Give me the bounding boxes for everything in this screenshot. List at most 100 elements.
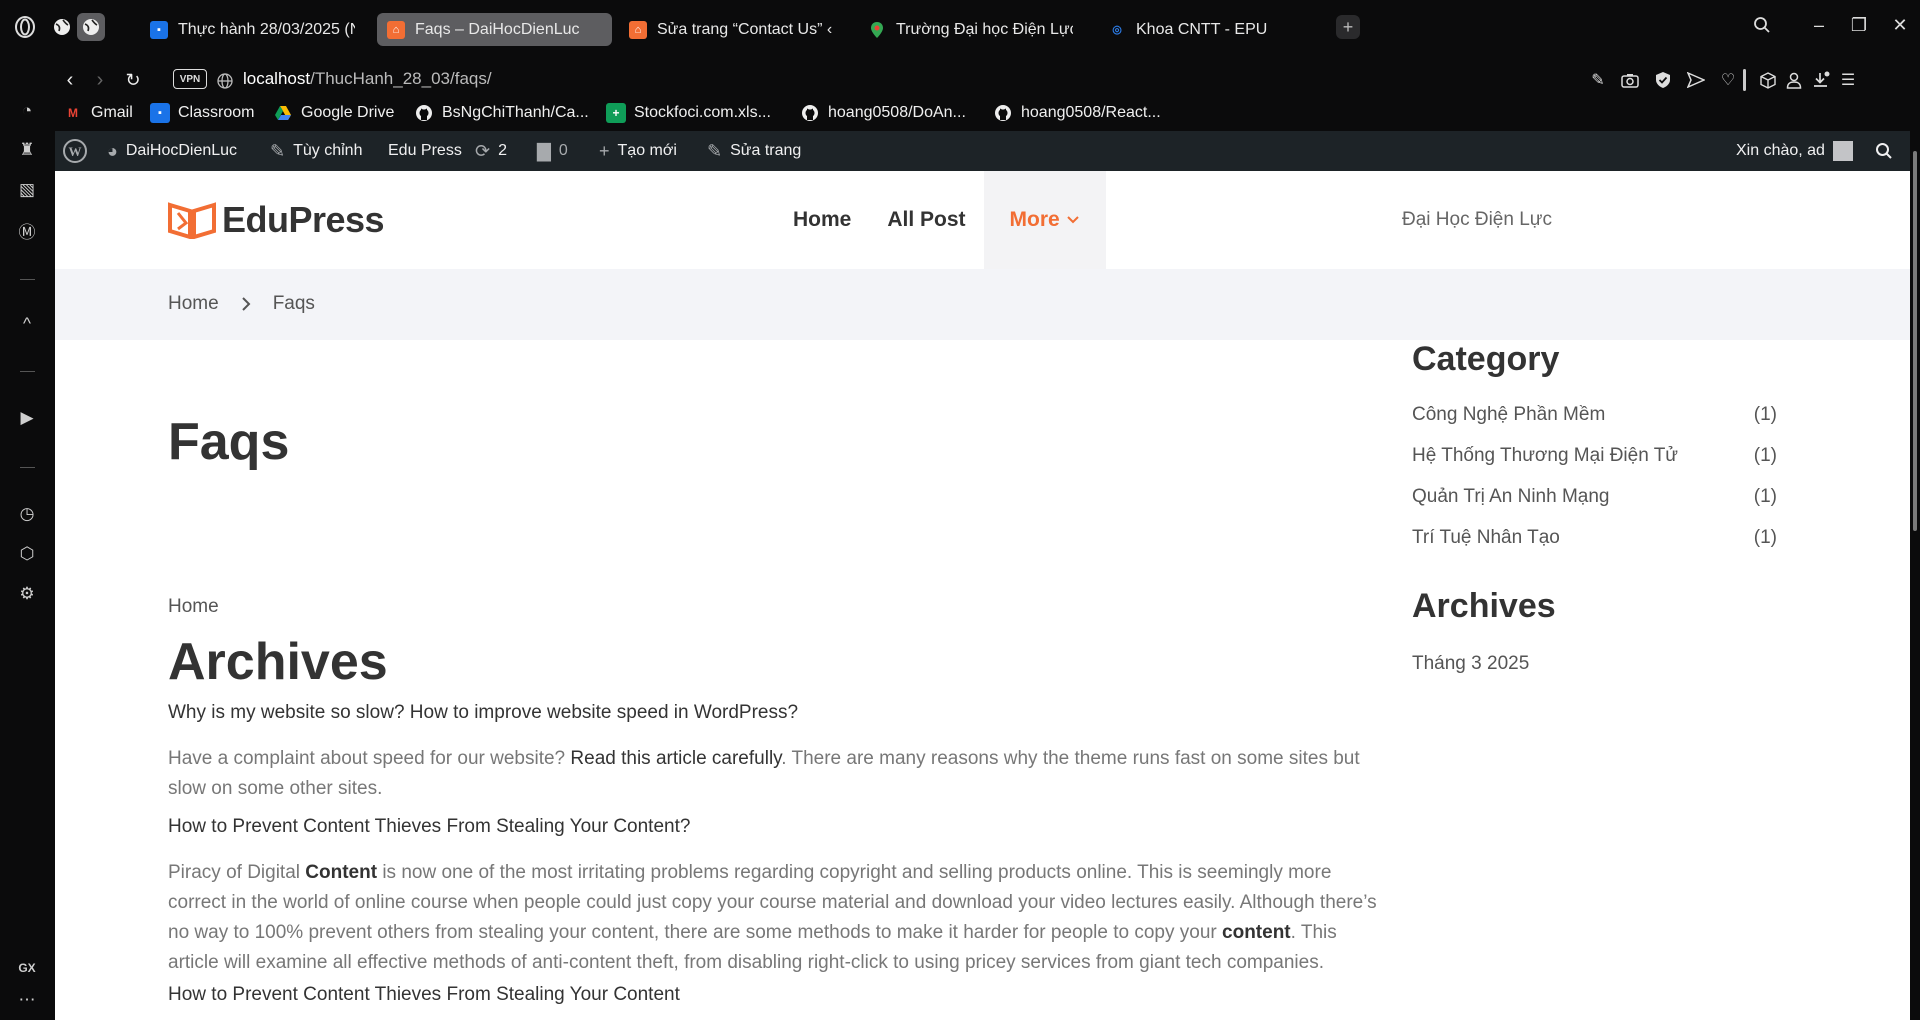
read-article-link[interactable]: Read this article carefully bbox=[570, 748, 781, 769]
comment-icon: ▇ bbox=[537, 140, 551, 161]
camera-icon[interactable] bbox=[1617, 67, 1643, 93]
extensions-cube-icon[interactable] bbox=[1755, 67, 1781, 93]
profile-icon[interactable] bbox=[1781, 67, 1807, 93]
bookmark-stockfoci[interactable]: + Stockfoci.com.xls... bbox=[606, 101, 771, 125]
web-page: EduPress Home All Post More Đại Học Điện… bbox=[55, 171, 1910, 1020]
svg-text:W: W bbox=[69, 144, 82, 159]
tab-faqs[interactable]: ⌂ Faqs – DaiHocDienLuc bbox=[377, 13, 612, 46]
breadcrumb-home[interactable]: Home bbox=[168, 293, 219, 315]
opera-menu-icon[interactable] bbox=[11, 13, 39, 41]
wp-search-icon[interactable] bbox=[1875, 131, 1893, 171]
extensions-icon[interactable]: ⬡ bbox=[14, 541, 40, 567]
gx-corner-icon[interactable]: Ⓜ bbox=[14, 217, 40, 243]
classroom-icon: ▪ bbox=[150, 103, 170, 123]
header-site-tagline: Đại Học Điện Lực bbox=[1402, 209, 1552, 230]
tab-thuc-hanh[interactable]: ▪ Thực hành 28/03/2025 (N bbox=[140, 13, 365, 46]
wp-account-menu[interactable]: Xin chào, ad bbox=[1736, 131, 1853, 171]
faq-question-1[interactable]: Why is my website so slow? How to improv… bbox=[168, 702, 798, 724]
easy-setup-menu-icon[interactable]: ☰ bbox=[1835, 67, 1861, 93]
tab-contact-us[interactable]: ⌂ Sửa trang “Contact Us” ‹ [ bbox=[619, 13, 844, 46]
drive-icon bbox=[273, 103, 293, 123]
new-tab-plus-icon[interactable]: + bbox=[1336, 15, 1360, 39]
gx-control-icon[interactable]: ◔ bbox=[14, 98, 40, 124]
chevron-down-icon bbox=[1067, 216, 1079, 224]
minimize-icon[interactable]: – bbox=[1804, 12, 1834, 38]
reload-icon[interactable]: ↻ bbox=[118, 65, 148, 95]
browser-tab-bar: ▪ Thực hành 28/03/2025 (N ⌂ Faqs – DaiHo… bbox=[0, 0, 1920, 55]
send-icon[interactable] bbox=[1683, 67, 1709, 93]
tab-search-icon[interactable] bbox=[1747, 12, 1777, 38]
site-globe-icon[interactable] bbox=[210, 66, 240, 96]
workspace-globe-icon[interactable] bbox=[48, 13, 76, 41]
updates-icon: ⟳ bbox=[475, 140, 491, 161]
aria-icon[interactable]: ^ bbox=[14, 311, 40, 337]
wp-admin-bar: W ◕ DaiHocDienLuc ✎ Tùy chỉnh Edu Press … bbox=[55, 131, 1910, 171]
vpn-badge[interactable]: VPN bbox=[173, 69, 207, 89]
wp-site-name[interactable]: ◕ DaiHocDienLuc bbox=[107, 131, 237, 171]
scrollbar-thumb[interactable] bbox=[1913, 151, 1917, 531]
gx-label[interactable]: GX bbox=[14, 955, 40, 981]
restore-icon[interactable]: ❐ bbox=[1844, 12, 1874, 38]
page-scrollbar[interactable] bbox=[1910, 131, 1920, 1020]
forward-icon[interactable]: › bbox=[85, 65, 115, 95]
github-icon bbox=[993, 103, 1013, 123]
gx-cleaner-icon[interactable]: ♜ bbox=[14, 137, 40, 163]
download-icon[interactable] bbox=[1808, 67, 1834, 93]
category-item[interactable]: Công Nghệ Phần Mềm (1) bbox=[1412, 404, 1777, 426]
classroom-favicon-icon: ▪ bbox=[150, 20, 168, 39]
bookmark-gmail[interactable]: M Gmail bbox=[63, 101, 133, 125]
shield-icon[interactable] bbox=[1650, 67, 1676, 93]
edit-snap-icon[interactable]: ✎ bbox=[1585, 67, 1611, 93]
edupress-favicon-icon: ⌂ bbox=[629, 20, 647, 39]
settings-gear-icon[interactable]: ⚙ bbox=[14, 581, 40, 607]
menu-all-post[interactable]: All Post bbox=[869, 171, 983, 269]
wp-new-content[interactable]: + Tạo mới bbox=[599, 131, 677, 171]
home-link[interactable]: Home bbox=[168, 596, 219, 618]
wp-theme-link[interactable]: Edu Press bbox=[388, 131, 462, 171]
gmail-icon: M bbox=[68, 106, 78, 120]
breadcrumb: Home Faqs bbox=[55, 269, 1910, 340]
breadcrumb-current: Faqs bbox=[272, 293, 315, 314]
workspace-globe-active-icon[interactable] bbox=[77, 13, 105, 41]
wp-updates[interactable]: ⟳ 2 bbox=[475, 131, 507, 171]
toolbar-divider bbox=[1741, 67, 1747, 93]
url-field[interactable]: localhost/ThucHanh_28_03/faqs/ bbox=[243, 69, 492, 89]
category-item[interactable]: Hệ Thống Thương Mại Điện Tử (1) bbox=[1412, 445, 1777, 467]
wordpress-logo-icon[interactable]: W bbox=[63, 131, 87, 171]
player-icon[interactable]: ▶ bbox=[14, 405, 40, 431]
sheets-icon: + bbox=[606, 103, 626, 123]
bookmark-hoang0508-react[interactable]: hoang0508/React... bbox=[993, 101, 1161, 125]
tab-truong-dai-hoc[interactable]: Trường Đại học Điện Lực - bbox=[858, 13, 1083, 46]
dashboard-icon: ◕ bbox=[107, 140, 118, 161]
edupress-favicon-icon: ⌂ bbox=[387, 20, 405, 39]
faq-question-2[interactable]: How to Prevent Content Thieves From Stea… bbox=[168, 816, 690, 838]
bookmark-google-drive[interactable]: Google Drive bbox=[273, 101, 394, 125]
close-window-icon[interactable]: ✕ bbox=[1885, 12, 1915, 38]
wp-comments[interactable]: ▇ 0 bbox=[537, 131, 568, 171]
bookmark-bsngchithanh[interactable]: BsNgChiThanh/Ca... bbox=[414, 101, 589, 125]
menu-more[interactable]: More bbox=[983, 171, 1106, 269]
tab-khoa-cntt[interactable]: ◎ Khoa CNTT - EPU bbox=[1098, 13, 1323, 46]
category-item[interactable]: Trí Tuệ Nhân Tạo (1) bbox=[1412, 527, 1777, 549]
chevron-right-icon bbox=[241, 297, 251, 311]
wp-edit-page[interactable]: ✎ Sửa trang bbox=[707, 131, 801, 171]
menu-home[interactable]: Home bbox=[775, 171, 869, 269]
github-icon bbox=[800, 103, 820, 123]
category-item[interactable]: Quản Trị An Ninh Mạng (1) bbox=[1412, 486, 1777, 508]
page-title: Faqs bbox=[168, 413, 290, 471]
bookmark-classroom[interactable]: ▪ Classroom bbox=[150, 101, 254, 125]
archives-widget-title: Archives bbox=[1412, 587, 1556, 625]
twitch-icon[interactable]: ▧ bbox=[14, 177, 40, 203]
sidebar-divider bbox=[20, 371, 35, 372]
bookmarks-bar: M Gmail ▪ Classroom Google Drive BsNgChi… bbox=[55, 95, 1920, 131]
faq-question-3[interactable]: How to Prevent Content Thieves From Stea… bbox=[168, 984, 680, 1006]
bookmark-hoang0508-doan[interactable]: hoang0508/DoAn... bbox=[800, 101, 966, 125]
site-logo[interactable]: EduPress bbox=[168, 199, 385, 241]
wp-customize[interactable]: ✎ Tùy chỉnh bbox=[270, 131, 362, 171]
more-dots-icon[interactable]: ⋯ bbox=[14, 987, 40, 1013]
history-icon[interactable]: ◷ bbox=[14, 501, 40, 527]
heart-icon[interactable]: ♡ bbox=[1715, 67, 1741, 93]
archive-item[interactable]: Tháng 3 2025 bbox=[1412, 653, 1529, 675]
archives-heading: Archives bbox=[168, 633, 388, 691]
back-icon[interactable]: ‹ bbox=[55, 65, 85, 95]
